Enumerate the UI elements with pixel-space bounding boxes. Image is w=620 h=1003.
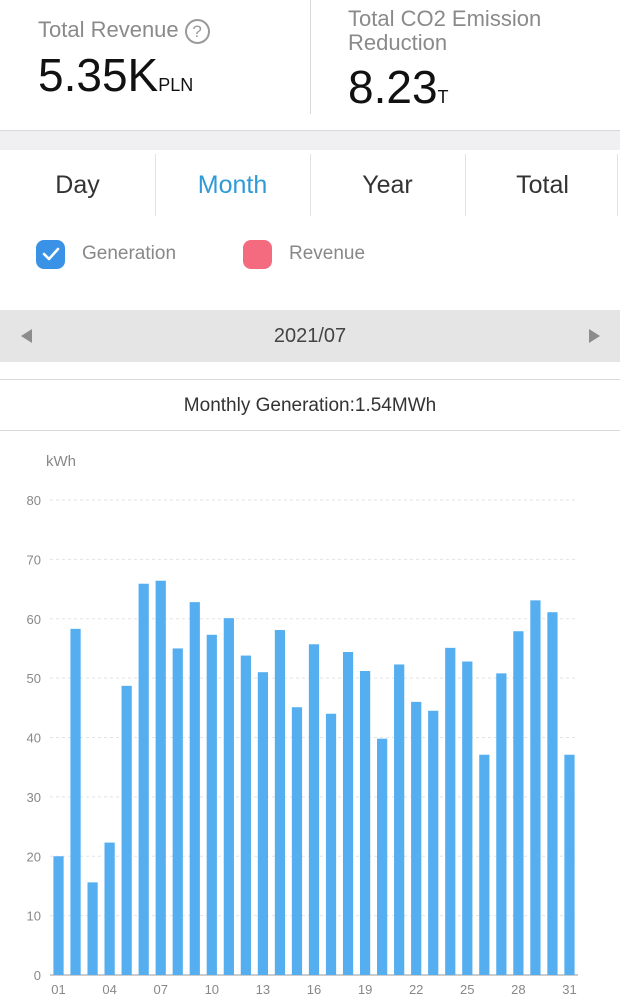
generation-chart: kWh 0 10 20 30 40 50 60 70 80 01 04 07 10 13 16 19 22 25 28…: [0, 432, 620, 1003]
bar-day-28: [513, 631, 524, 975]
triangle-left-icon: [20, 329, 32, 343]
total-revenue-card: Total Revenue? 5.35KPLN: [0, 0, 310, 130]
generation-bar-chart: kWh 0 10 20 30 40 50 60 70 80 01 04 07 10 13 16 19 22 25 28…: [27, 453, 578, 997]
bar-day-11: [223, 618, 234, 975]
bar-day-22: [411, 701, 422, 975]
section-gap: [0, 362, 620, 380]
tab-month[interactable]: Month: [155, 150, 310, 220]
revenue-label: Revenue: [289, 243, 366, 264]
previous-month-button[interactable]: [6, 310, 46, 362]
bar-day-23: [428, 710, 439, 975]
x-tick-label: 28: [511, 982, 525, 997]
tab-year[interactable]: Year: [310, 150, 465, 220]
co2-reduction-value-row: 8.23T: [348, 62, 449, 122]
y-tick-label: 80: [27, 493, 41, 508]
x-tick-label: 25: [460, 982, 474, 997]
y-tick-label: 10: [27, 909, 41, 924]
bar-day-21: [394, 664, 405, 975]
bar-day-02: [70, 628, 81, 975]
y-tick-label: 40: [27, 731, 41, 746]
x-tick-label: 31: [562, 982, 576, 997]
bar-day-03: [87, 882, 98, 975]
bar-day-08: [172, 648, 183, 975]
y-tick-label: 50: [27, 671, 41, 686]
bar-day-10: [206, 634, 217, 975]
x-tick-label: 01: [51, 982, 65, 997]
co2-reduction-label: Total CO2 Emission Reduction: [348, 6, 542, 55]
bar-day-26: [479, 754, 490, 975]
period-tabs: Day Month Year Total: [0, 150, 620, 220]
generation-label: Generation: [82, 243, 177, 264]
y-axis-unit-label: kWh: [46, 453, 76, 470]
legend-generation-toggle[interactable]: Generation: [36, 238, 176, 270]
y-tick-label: 20: [27, 849, 41, 864]
total-revenue-unit: PLN: [158, 75, 194, 95]
tab-day[interactable]: Day: [0, 150, 155, 220]
chart-legend: Generation Revenue: [0, 232, 620, 276]
y-tick-label: 30: [27, 790, 41, 805]
summary-panel: Total Revenue? 5.35KPLN Total CO2 Emissi…: [0, 0, 620, 130]
bar-day-05: [121, 685, 132, 975]
total-revenue-value-row: 5.35KPLN: [38, 50, 193, 110]
bar-day-30: [547, 612, 558, 975]
bar-day-09: [189, 602, 200, 975]
revenue-checkbox[interactable]: [243, 239, 272, 269]
bar-day-07: [155, 580, 166, 975]
current-date[interactable]: 2021/07: [0, 310, 620, 362]
total-revenue-label: Total Revenue: [38, 17, 179, 42]
co2-reduction-unit: T: [437, 87, 449, 107]
bar-day-06: [138, 583, 149, 975]
triangle-right-icon: [588, 329, 600, 343]
y-tick-label: 70: [27, 552, 41, 567]
bar-day-25: [462, 661, 473, 975]
bar-day-15: [291, 707, 303, 975]
total-revenue-value: 5.35K: [38, 49, 159, 101]
tab-total[interactable]: Total: [465, 150, 620, 220]
bar-day-18: [342, 652, 354, 975]
monthly-generation-summary: Monthly Generation:1.54MWh: [0, 381, 620, 431]
co2-reduction-value: 8.23: [348, 61, 438, 113]
x-tick-label: 07: [153, 982, 167, 997]
y-tick-label: 60: [27, 612, 41, 627]
bar-day-20: [377, 738, 388, 975]
bar-day-13: [257, 672, 269, 975]
bar-day-19: [359, 671, 371, 975]
y-tick-label: 0: [34, 968, 41, 983]
section-separator: [0, 130, 620, 150]
generation-checkbox[interactable]: [36, 239, 65, 269]
next-month-button[interactable]: [574, 310, 614, 362]
bar-day-14: [274, 630, 286, 975]
x-tick-label: 13: [256, 982, 270, 997]
bar-day-12: [240, 655, 251, 975]
x-tick-label: 10: [205, 982, 219, 997]
x-tick-label: 19: [358, 982, 372, 997]
x-tick-label: 04: [102, 982, 116, 997]
total-revenue-label-row: Total Revenue?: [38, 18, 210, 44]
bar-day-27: [496, 673, 507, 975]
x-tick-label: 16: [307, 982, 321, 997]
bar-day-31: [564, 754, 575, 975]
bar-day-01: [53, 856, 64, 975]
bar-day-17: [325, 713, 337, 975]
date-navigator: 2021/07: [0, 310, 620, 362]
co2-reduction-card: Total CO2 Emission Reduction 8.23T: [311, 0, 620, 130]
bar-day-04: [104, 842, 115, 975]
bar-day-29: [530, 600, 541, 975]
bar-day-16: [308, 644, 320, 975]
checkmark-icon: [42, 247, 59, 261]
legend-revenue-toggle[interactable]: Revenue: [243, 238, 365, 270]
bar-day-24: [445, 647, 456, 975]
question-circle-icon[interactable]: ?: [184, 18, 210, 44]
x-tick-label: 22: [409, 982, 423, 997]
